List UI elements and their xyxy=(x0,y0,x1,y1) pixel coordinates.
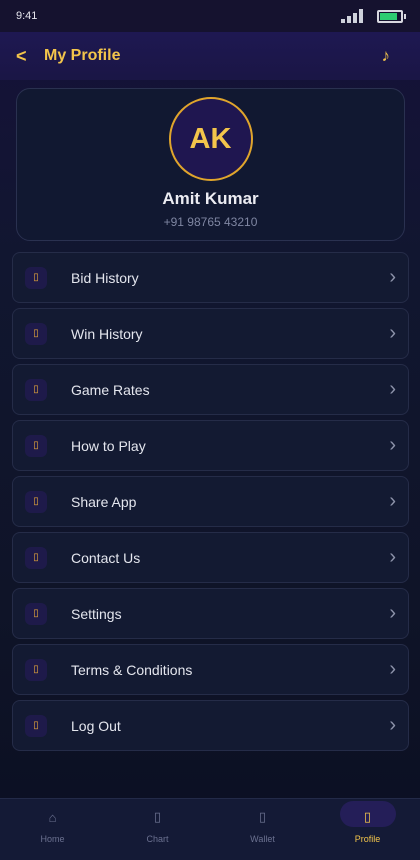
nav-item-chart[interactable]: ▯ Chart xyxy=(105,799,210,860)
chevron-right-icon: › xyxy=(389,322,396,344)
chevron-right-icon: › xyxy=(389,490,396,512)
nav-item-wallet[interactable]: ▯ Wallet xyxy=(210,799,315,860)
menu-item-log-out[interactable]: ▯ Log Out › xyxy=(12,700,409,751)
menu-item-contact-us[interactable]: ▯ Contact Us › xyxy=(12,532,409,583)
app-header: < My Profile ♪ xyxy=(0,32,420,80)
user-phone: +91 98765 43210 xyxy=(163,215,258,229)
chart-icon: ▯ xyxy=(153,809,162,824)
wallet-icon: ▯ xyxy=(258,809,267,824)
share-icon: ▯ xyxy=(25,490,47,513)
profile-icon: ▯ xyxy=(363,809,372,824)
bid-history-icon: ▯ xyxy=(25,266,47,289)
how-to-play-icon: ▯ xyxy=(25,434,47,457)
chevron-right-icon: › xyxy=(389,434,396,456)
contact-icon: ▯ xyxy=(25,546,47,569)
nav-item-label: Home xyxy=(40,833,65,844)
nav-item-label: Wallet xyxy=(250,834,275,844)
avatar: AK xyxy=(168,97,253,181)
home-icon: ⌂ xyxy=(48,809,57,825)
user-name: Amit Kumar xyxy=(162,189,259,208)
menu-item-label: Terms & Conditions xyxy=(71,661,193,678)
status-bar: 9:41 xyxy=(0,0,420,32)
chevron-right-icon: › xyxy=(389,602,396,624)
menu-item-how-to-play[interactable]: ▯ How to Play › xyxy=(12,420,409,471)
menu-item-label: Log Out xyxy=(71,717,121,734)
menu-item-label: Bid History xyxy=(71,269,139,286)
nav-item-profile[interactable]: ▯ Profile xyxy=(315,799,420,860)
menu-item-label: Contact Us xyxy=(71,549,141,566)
settings-icon: ▯ xyxy=(25,602,47,625)
menu-item-label: How to Play xyxy=(71,437,146,454)
chevron-right-icon: › xyxy=(389,378,396,400)
status-time: 9:41 xyxy=(16,10,38,22)
terms-icon: ▯ xyxy=(25,658,47,681)
profile-card: AK Amit Kumar +91 98765 43210 xyxy=(16,88,405,241)
page-title: My Profile xyxy=(44,47,121,64)
music-icon[interactable]: ♪ xyxy=(382,46,391,66)
win-history-icon: ▯ xyxy=(25,322,47,345)
profile-menu: ▯ Bid History › ▯ Win History › ▯ Game R… xyxy=(12,252,409,756)
menu-item-win-history[interactable]: ▯ Win History › xyxy=(12,308,409,359)
status-indicators xyxy=(341,9,406,23)
menu-item-label: Game Rates xyxy=(71,381,150,398)
back-icon[interactable]: < xyxy=(16,46,38,67)
battery-icon xyxy=(377,9,406,23)
chevron-right-icon: › xyxy=(389,714,396,736)
nav-item-label: Profile xyxy=(354,834,381,844)
menu-item-bid-history[interactable]: ▯ Bid History › xyxy=(12,252,409,303)
nav-item-home[interactable]: ⌂ Home xyxy=(0,799,105,860)
game-rates-icon: ▯ xyxy=(25,378,47,401)
nav-item-label: Chart xyxy=(146,834,169,844)
logout-icon: ▯ xyxy=(25,714,47,737)
bottom-nav: ⌂ Home ▯ Chart ▯ Wallet ▯ Profile xyxy=(0,798,420,860)
menu-item-label: Settings xyxy=(71,605,122,622)
menu-item-game-rates[interactable]: ▯ Game Rates › xyxy=(12,364,409,415)
menu-item-share-app[interactable]: ▯ Share App › xyxy=(12,476,409,527)
menu-item-label: Win History xyxy=(71,325,143,342)
chevron-right-icon: › xyxy=(389,546,396,568)
menu-item-settings[interactable]: ▯ Settings › xyxy=(12,588,409,639)
signal-icon xyxy=(341,9,363,23)
chevron-right-icon: › xyxy=(389,266,396,288)
menu-item-label: Share App xyxy=(71,493,137,510)
chevron-right-icon: › xyxy=(389,658,396,680)
menu-item-terms-conditions[interactable]: ▯ Terms & Conditions › xyxy=(12,644,409,695)
